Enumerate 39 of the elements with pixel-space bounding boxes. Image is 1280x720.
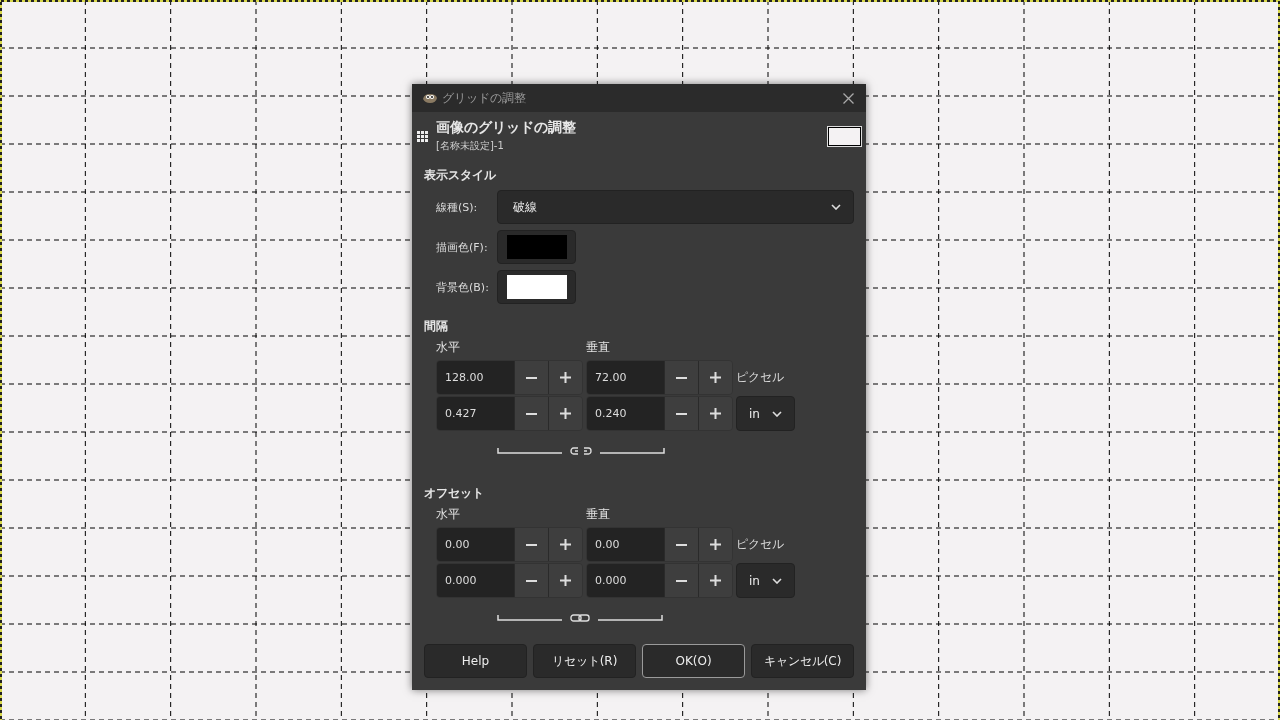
column-label: 垂直 xyxy=(586,339,611,356)
column-label: 水平 xyxy=(436,506,461,523)
unit-dropdown[interactable]: in xyxy=(736,563,795,598)
chevron-down-icon xyxy=(831,204,841,210)
grid-icon xyxy=(417,130,428,142)
bracket-line xyxy=(600,448,665,454)
field-label: 背景色(B): xyxy=(436,279,490,295)
field-label: 描画色(F): xyxy=(436,239,489,255)
chevron-down-icon xyxy=(772,577,782,584)
color-button[interactable] xyxy=(497,270,576,304)
chevron-down-icon xyxy=(772,410,782,417)
bracket-line xyxy=(497,448,562,454)
section-heading: オフセット xyxy=(424,485,484,502)
bracket-line xyxy=(598,615,663,621)
close-icon xyxy=(843,92,854,104)
image-name: [名称未設定]-1 xyxy=(436,139,505,153)
chain-toggle-button[interactable] xyxy=(568,612,592,624)
dialog-button[interactable]: リセット(R) xyxy=(533,644,636,678)
linked-chain-icon xyxy=(570,614,590,622)
dialog-button[interactable]: キャンセル(C) xyxy=(751,644,854,678)
unit-label: ピクセル xyxy=(736,536,784,553)
column-label: 垂直 xyxy=(586,506,611,523)
unit-label: ピクセル xyxy=(736,369,784,386)
bracket-line xyxy=(497,615,562,621)
chain-toggle-button[interactable] xyxy=(568,445,594,457)
broken-chain-icon xyxy=(570,447,592,455)
section-heading: 間隔 xyxy=(424,318,448,335)
image-thumbnail xyxy=(828,126,861,146)
dialog-button[interactable]: OK(O) xyxy=(642,644,745,678)
unit-dropdown[interactable]: in xyxy=(736,396,795,431)
section-heading: 表示スタイル xyxy=(424,167,496,184)
mascot-icon xyxy=(422,92,438,104)
dialog-heading: 画像のグリッドの調整 xyxy=(436,119,576,137)
line-style-dropdown[interactable]: 破線 xyxy=(497,190,854,224)
window-title: グリッドの調整 xyxy=(442,89,526,107)
color-button[interactable] xyxy=(497,230,576,264)
column-label: 水平 xyxy=(436,339,461,356)
field-label: 線種(S): xyxy=(436,199,479,215)
dialog-button[interactable]: Help xyxy=(424,644,527,678)
